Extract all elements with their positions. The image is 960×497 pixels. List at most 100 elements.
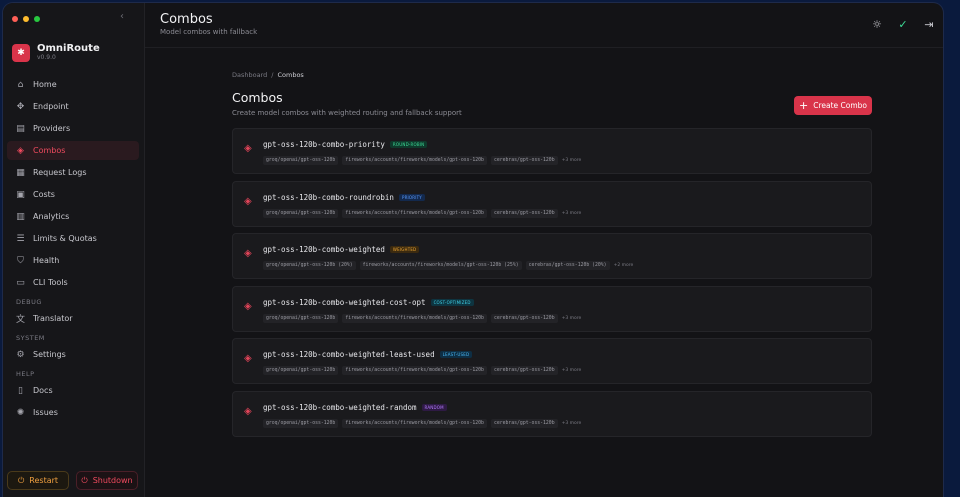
page-title: Combos <box>232 90 283 105</box>
sidebar-item-label: Costs <box>33 190 55 199</box>
more-models-count: +3 more <box>561 210 582 216</box>
sidebar-item-home[interactable]: ⌂ Home <box>7 75 139 94</box>
analytics-icon: ▥ <box>16 211 25 222</box>
strategy-badge: COST-OPTIMIZED <box>430 298 474 306</box>
bug-icon: ✺ <box>16 407 25 418</box>
layers-icon: ◈ <box>244 405 252 417</box>
power-controls: ⏻ Restart ⏻ Shutdown <box>7 471 138 490</box>
sidebar-item-combos[interactable]: ◈ Combos <box>7 141 139 160</box>
create-combo-label: Create Combo <box>813 101 867 110</box>
minimize-window-button[interactable] <box>23 16 29 22</box>
combo-card[interactable]: ◈ gpt-oss-120b-combo-weighted-cost-opt COS… <box>232 285 872 332</box>
sidebar-item-label: Endpoint <box>33 102 69 111</box>
status-ok-icon[interactable]: ✓ <box>897 18 909 31</box>
sidebar-section-label: HELP <box>16 370 35 378</box>
combo-card[interactable]: ◈ gpt-oss-120b-combo-roundrobin PRIORITY gr… <box>232 180 872 227</box>
combo-models: groq/openai/gpt-oss-120b fireworks/accoun… <box>263 418 582 428</box>
sidebar-item-endpoint[interactable]: ✥ Endpoint <box>7 97 139 116</box>
sidebar-item-cli-tools[interactable]: ▭ CLI Tools <box>7 273 139 292</box>
combo-models: groq/openai/gpt-oss-120b (20%) fireworks/… <box>263 261 634 271</box>
main-content: Dashboard / Combos Combos Create model c… <box>145 49 943 497</box>
combo-card[interactable]: ◈ gpt-oss-120b-combo-priority ROUND-ROBIN g… <box>232 128 872 174</box>
home-icon: ⌂ <box>17 79 24 90</box>
sidebar-item-issues[interactable]: ✺ Issues <box>7 403 139 422</box>
breadcrumb: Dashboard / Combos <box>232 71 304 79</box>
model-chip: fireworks/accounts/fireworks/models/gpt-… <box>342 366 487 376</box>
model-chip: fireworks/accounts/fireworks/models/gpt-… <box>342 313 487 323</box>
layers-icon: ◈ <box>244 248 252 260</box>
sidebar-item-settings[interactable]: ⚙ Settings <box>7 345 139 364</box>
model-chip: groq/openai/gpt-oss-120b <box>263 418 339 428</box>
combo-models: groq/openai/gpt-oss-120b fireworks/accoun… <box>263 156 581 165</box>
providers-icon: ▤ <box>16 123 25 134</box>
plus-icon: + <box>798 98 809 112</box>
sidebar-item-label: Providers <box>33 124 71 133</box>
model-chip: cerebras/gpt-oss-120b <box>490 313 558 323</box>
model-chip: cerebras/gpt-oss-120b <box>490 418 558 428</box>
logout-icon[interactable]: ⇥ <box>923 18 935 31</box>
model-chip: groq/openai/gpt-oss-120b <box>263 366 339 376</box>
sidebar-section-label: SYSTEM <box>16 334 45 342</box>
sidebar: ‹ ✱ OmniRoute v0.9.0 ⌂ Home ✥ Endpoint ▤ Prov… <box>3 3 145 497</box>
sidebar-item-label: Docs <box>33 386 53 395</box>
combo-card[interactable]: ◈ gpt-oss-120b-combo-weighted WEIGHTED groq… <box>232 233 872 280</box>
combo-name-row: gpt-oss-120b-combo-weighted-least-used LE… <box>263 350 473 359</box>
model-chip: fireworks/accounts/fireworks/models/gpt-… <box>342 418 487 428</box>
collapse-sidebar-icon[interactable]: ‹ <box>120 11 124 22</box>
sidebar-item-analytics[interactable]: ▥ Analytics <box>7 207 139 226</box>
combo-card[interactable]: ◈ gpt-oss-120b-combo-weighted-random RANDO… <box>232 390 872 437</box>
sidebar-item-limits-quotas[interactable]: ☰ Limits & Quotas <box>7 229 139 248</box>
terminal-icon: ▭ <box>16 277 25 288</box>
maximize-window-button[interactable] <box>34 16 40 22</box>
breadcrumb-current: Combos <box>277 71 304 79</box>
layers-icon: ◈ <box>17 145 24 156</box>
combo-name: gpt-oss-120b-combo-weighted <box>263 245 385 255</box>
combo-name-row: gpt-oss-120b-combo-priority ROUND-ROBIN <box>263 140 428 149</box>
combo-card[interactable]: ◈ gpt-oss-120b-combo-weighted-least-used L… <box>232 338 872 385</box>
more-models-count: +3 more <box>561 420 582 426</box>
layers-icon: ◈ <box>244 195 252 207</box>
model-chip: cerebras/gpt-oss-120b <box>490 366 558 376</box>
sidebar-item-providers[interactable]: ▤ Providers <box>7 119 139 138</box>
logo-icon: ✱ <box>12 43 30 62</box>
shutdown-button[interactable]: ⏻ Shutdown <box>76 471 138 490</box>
header-actions: ☼ ✓ ⇥ <box>871 18 935 31</box>
sidebar-nav: ⌂ Home ✥ Endpoint ▤ Providers ◈ Combos ▦ Request … <box>7 75 139 425</box>
more-models-count: +3 more <box>561 368 582 374</box>
create-combo-button[interactable]: + Create Combo <box>794 96 872 115</box>
model-chip: fireworks/accounts/fireworks/models/gpt-… <box>359 261 522 271</box>
sidebar-item-costs[interactable]: ▣ Costs <box>7 185 139 204</box>
strategy-badge: WEIGHTED <box>389 246 420 254</box>
combo-models: groq/openai/gpt-oss-120b fireworks/accoun… <box>263 366 582 376</box>
combo-name: gpt-oss-120b-combo-roundrobin <box>263 192 394 202</box>
close-window-button[interactable] <box>12 16 18 22</box>
combo-name-row: gpt-oss-120b-combo-weighted WEIGHTED <box>263 245 420 255</box>
layers-icon: ◈ <box>244 143 252 154</box>
breadcrumb-separator: / <box>271 71 274 79</box>
more-models-count: +2 more <box>613 263 634 269</box>
more-models-count: +3 more <box>561 158 582 163</box>
strategy-badge: LEAST-USED <box>439 351 473 359</box>
sidebar-item-translator[interactable]: 文 Translator <box>7 309 139 328</box>
power-icon: ⏻ <box>17 475 25 485</box>
book-icon: ▯ <box>18 385 23 396</box>
sidebar-item-request-logs[interactable]: ▦ Request Logs <box>7 163 139 182</box>
model-chip: groq/openai/gpt-oss-120b <box>263 313 339 323</box>
brand: ✱ OmniRoute v0.9.0 <box>12 43 100 62</box>
sidebar-item-label: Settings <box>33 350 66 359</box>
shutdown-label: Shutdown <box>92 476 133 485</box>
model-chip: groq/openai/gpt-oss-120b (20%) <box>263 261 356 271</box>
sidebar-item-docs[interactable]: ▯ Docs <box>7 381 139 400</box>
combo-name: gpt-oss-120b-combo-priority <box>263 140 385 149</box>
strategy-badge: PRIORITY <box>398 193 425 201</box>
restart-label: Restart <box>29 476 59 485</box>
shield-icon: ⛉ <box>17 255 24 266</box>
restart-button[interactable]: ⏻ Restart <box>7 471 69 490</box>
theme-toggle-icon[interactable]: ☼ <box>871 18 883 31</box>
breadcrumb-dashboard[interactable]: Dashboard <box>232 71 267 79</box>
sidebar-item-health[interactable]: ⛉ Health <box>7 251 139 270</box>
combo-name-row: gpt-oss-120b-combo-roundrobin PRIORITY <box>263 193 425 202</box>
layers-icon: ◈ <box>244 300 252 312</box>
combo-name: gpt-oss-120b-combo-weighted-cost-opt <box>263 297 426 307</box>
layers-icon: ◈ <box>244 353 252 365</box>
